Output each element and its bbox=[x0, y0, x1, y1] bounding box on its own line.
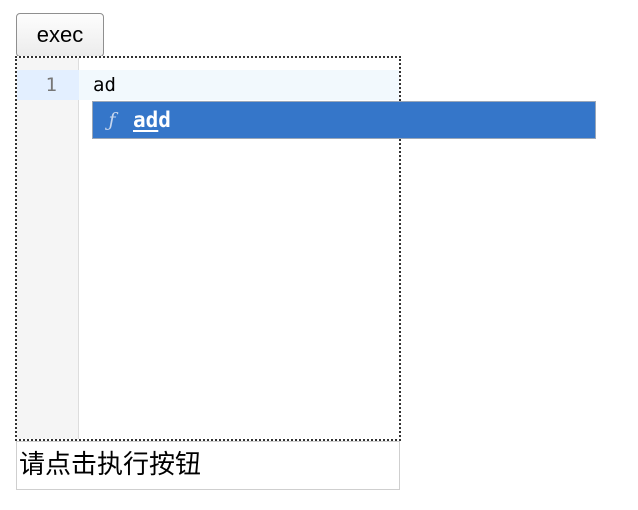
autocomplete-dropdown[interactable]: ƒ add bbox=[92, 101, 596, 139]
code-line[interactable]: ad bbox=[93, 70, 116, 100]
autocomplete-rest-text: d bbox=[158, 108, 171, 132]
autocomplete-match-text: ad bbox=[133, 108, 159, 132]
autocomplete-item[interactable]: ƒ add bbox=[93, 102, 595, 138]
function-icon: ƒ bbox=[108, 109, 116, 131]
active-line-highlight bbox=[79, 70, 399, 100]
line-number-gutter bbox=[17, 58, 79, 439]
line-number: 1 bbox=[45, 74, 57, 96]
output-message: 请点击执行按钮 bbox=[16, 441, 400, 490]
exec-button[interactable]: exec bbox=[16, 13, 104, 57]
autocomplete-item-label: add bbox=[133, 108, 171, 132]
